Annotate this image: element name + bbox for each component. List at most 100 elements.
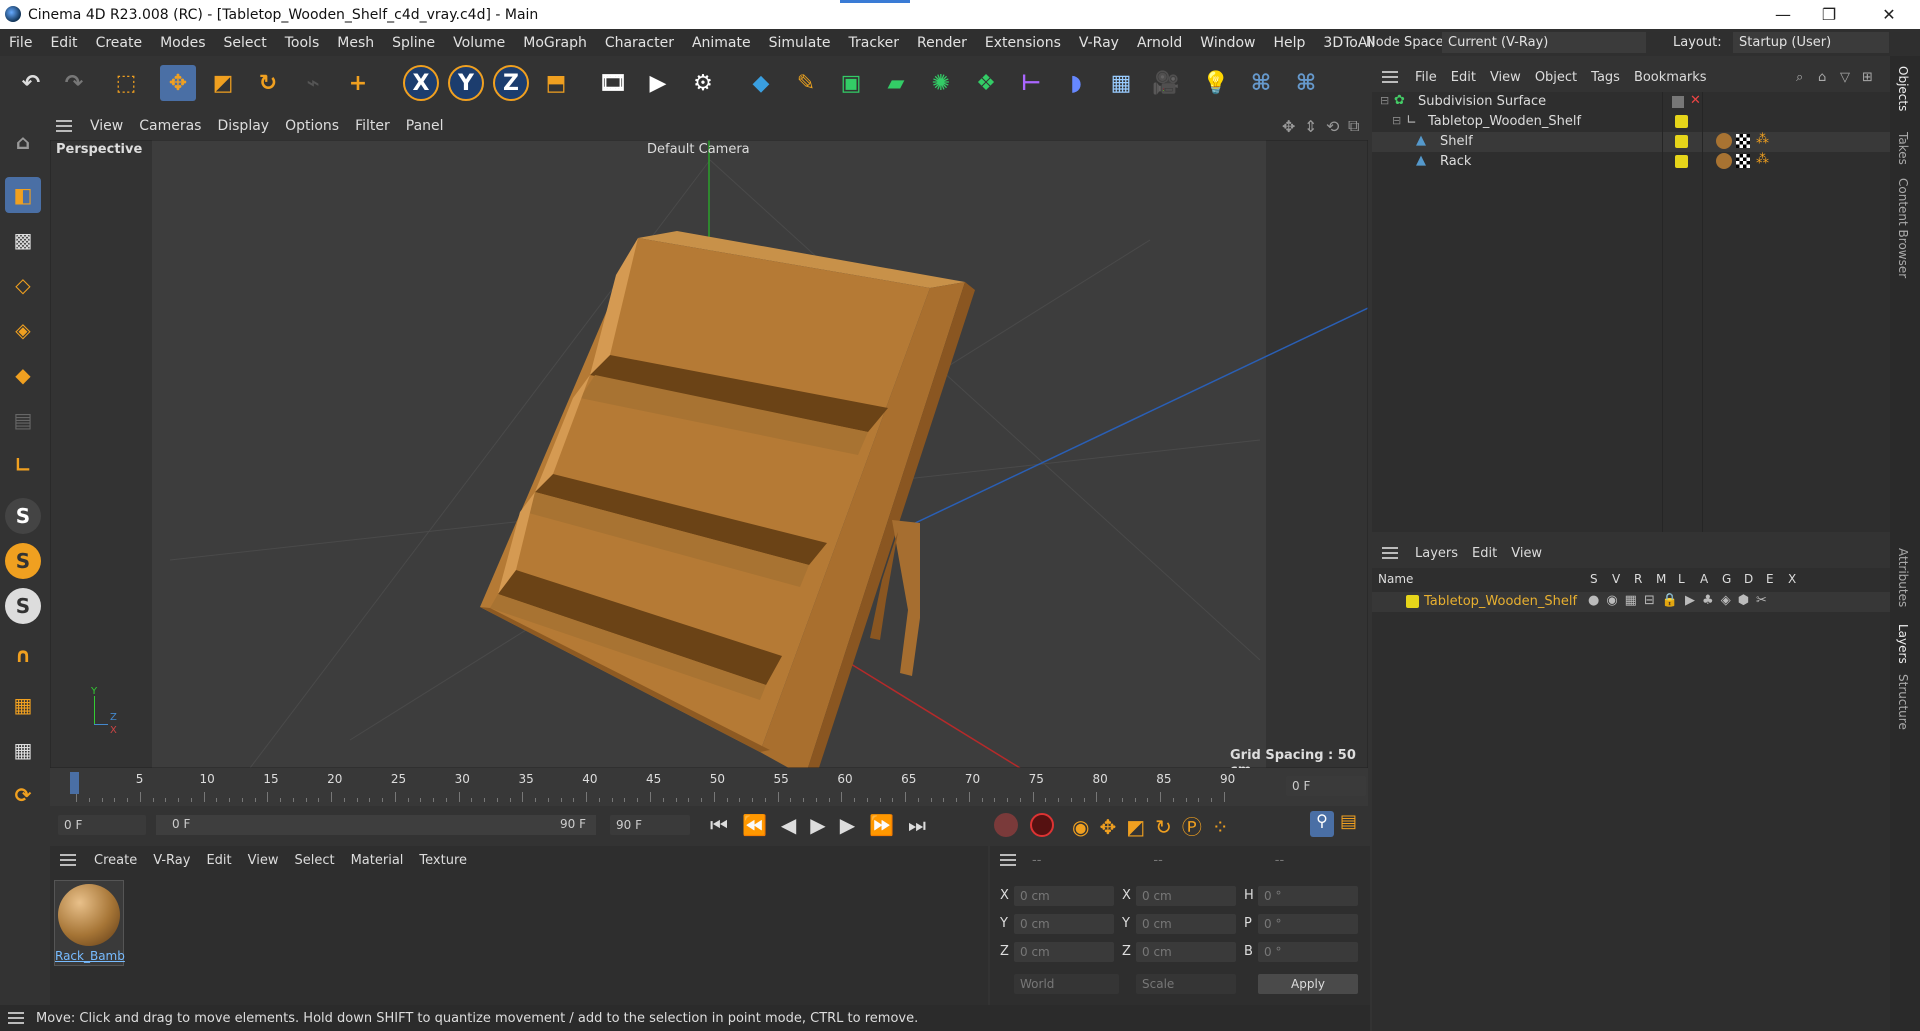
material-hamburger-icon[interactable] [60,854,76,866]
next-key-icon[interactable]: ⏩ [869,813,908,837]
position-x-field[interactable]: 0 cm [1014,886,1114,906]
bend-deformer-icon[interactable]: ⊢ [1013,65,1049,101]
texture-mode-icon[interactable]: ▩ [5,222,41,258]
python-generator-icon[interactable]: ⌘ [1288,65,1324,101]
end-frame-field[interactable]: 90 F [610,815,690,835]
redo-icon[interactable]: ↷ [56,65,92,101]
coords-hamburger-icon[interactable] [1000,854,1016,866]
material-menu-material[interactable]: Material [343,853,412,868]
object-menu-object[interactable]: Object [1528,70,1584,85]
material-menu-edit[interactable]: Edit [198,853,239,868]
layer-color-icon[interactable] [1675,155,1688,168]
material-menu-select[interactable]: Select [286,853,342,868]
layer-color-icon[interactable] [1675,135,1688,148]
menu-character[interactable]: Character [596,35,683,51]
polygons-mode-icon[interactable]: ◆ [5,357,41,393]
scale-tool-icon[interactable]: ◩ [205,65,241,101]
light-icon[interactable]: 💡 [1198,65,1234,101]
size-x-field[interactable]: 0 cm [1136,886,1236,906]
menu-simulate[interactable]: Simulate [760,35,840,51]
film-strip-icon[interactable]: ▤ [1340,811,1362,837]
edit-check-icon[interactable] [1672,96,1684,108]
live-selection-icon[interactable]: ⬚ [108,65,144,101]
tab-structure[interactable]: Structure [1896,674,1910,730]
object-new-window-icon[interactable]: ⊞ [1862,70,1873,85]
render-picture-viewer-icon[interactable]: ▶ [640,65,676,101]
object-row-rack[interactable]: ▲ Rack ⁂ [1372,152,1890,172]
object-menu-view[interactable]: View [1483,70,1528,85]
next-frame-icon[interactable]: ▶ [840,813,869,837]
object-menu-file[interactable]: File [1408,70,1444,85]
z-axis-lock-icon[interactable]: Z [493,65,529,101]
object-menu-bookmarks[interactable]: Bookmarks [1627,70,1714,85]
coordinate-system-icon[interactable]: ⬒ [538,65,574,101]
magnet-icon[interactable]: ∩ [5,637,41,673]
move-tool-icon[interactable]: ✥ [160,65,196,101]
object-filter-icon[interactable]: ▽ [1840,70,1850,85]
workplane-lock-icon[interactable]: ▦ [5,732,41,768]
expand-icon[interactable]: ⊟ [1380,94,1389,107]
position-key-icon[interactable]: ✥ [1099,815,1126,839]
viewport-menu-options[interactable]: Options [277,118,347,134]
menu-file[interactable]: File [0,35,41,51]
make-editable-icon[interactable]: ⌂ [5,124,41,160]
size-y-field[interactable]: 0 cm [1136,914,1236,934]
menu-window[interactable]: Window [1191,35,1264,51]
coordinate-mode-select[interactable]: Scale [1136,974,1236,994]
size-z-field[interactable]: 0 cm [1136,942,1236,962]
menu-animate[interactable]: Animate [683,35,760,51]
layer-menu-view[interactable]: View [1504,546,1549,561]
vray-tag-icon[interactable]: ⁂ [1756,132,1769,147]
apply-button[interactable]: Apply [1258,974,1358,994]
layer-menu-edit[interactable]: Edit [1465,546,1504,561]
material-tag-icon[interactable] [1716,133,1732,149]
menu-spline[interactable]: Spline [383,35,444,51]
rotation-p-field[interactable]: 0 ° [1258,914,1358,934]
material-menu-view[interactable]: View [240,853,287,868]
viewport-camera-name[interactable]: Default Camera [647,142,750,157]
deformer-icon[interactable]: ❖ [968,65,1004,101]
object-row-shelf[interactable]: ▲ Shelf ⁂ [1372,132,1890,152]
floor-icon[interactable]: ▦ [1103,65,1139,101]
menu-tools[interactable]: Tools [276,35,329,51]
start-frame-field[interactable]: 0 F [58,815,146,835]
object-search-icon[interactable]: ⌕ [1796,70,1803,85]
quantize-icon[interactable]: S [5,588,41,624]
timeline-ruler[interactable]: 051015202530354045505560657075808590 0 F [50,768,1368,806]
object-hamburger-icon[interactable] [1382,71,1398,83]
material-menu-create[interactable]: Create [86,853,145,868]
layer-toggle-icons[interactable]: ●◉▦⊟🔒▶♣◈⬢✂ [1588,593,1774,608]
tab-takes[interactable]: Takes [1896,132,1910,165]
parameter-key-icon[interactable]: Ⓟ [1182,815,1212,839]
workplane-icon[interactable]: ▦ [5,687,41,723]
object-menu-tags[interactable]: Tags [1584,70,1627,85]
render-view-icon[interactable]: 🎞 [595,65,631,101]
vray-tag-icon[interactable]: ⁂ [1756,152,1769,167]
node-space-select[interactable]: Current (V-Ray) [1442,32,1646,53]
tab-attributes[interactable]: Attributes [1896,548,1910,607]
keyframe-selection-icon[interactable]: ◉ [1072,815,1099,839]
snap-icon[interactable]: S [5,498,41,534]
3d-viewport[interactable]: Perspective Default Camera Grid Spacing … [50,140,1368,768]
viewport-maximize-icon[interactable]: ⧉ [1340,116,1367,136]
close-button[interactable]: ✕ [1866,0,1912,29]
object-row-tabletop[interactable]: ⊟ ∟ Tabletop_Wooden_Shelf [1372,112,1890,132]
tab-content-browser[interactable]: Content Browser [1896,178,1910,278]
recent-tool-icon[interactable]: ⌁ [295,65,331,101]
add-tool-icon[interactable]: + [340,65,376,101]
subdivision-icon[interactable]: ▣ [833,65,869,101]
minimize-button[interactable]: — [1760,0,1806,29]
menu-render[interactable]: Render [908,35,976,51]
rotation-h-field[interactable]: 0 ° [1258,886,1358,906]
menu-extensions[interactable]: Extensions [976,35,1070,51]
maximize-button[interactable]: ❐ [1806,0,1852,29]
material-menu-vray[interactable]: V-Ray [145,853,198,868]
pen-spline-icon[interactable]: ✎ [788,65,824,101]
rotate-tool-icon[interactable]: ↻ [250,65,286,101]
timeline-manager-icon[interactable]: ⚲ [1310,811,1334,837]
viewport-hamburger-icon[interactable] [56,120,72,132]
play-icon[interactable]: ▶ [810,813,839,837]
record-icon[interactable] [994,813,1018,837]
go-to-end-icon[interactable]: ⏭ [908,813,940,837]
point-level-icon[interactable]: ⁘ [1212,815,1239,839]
